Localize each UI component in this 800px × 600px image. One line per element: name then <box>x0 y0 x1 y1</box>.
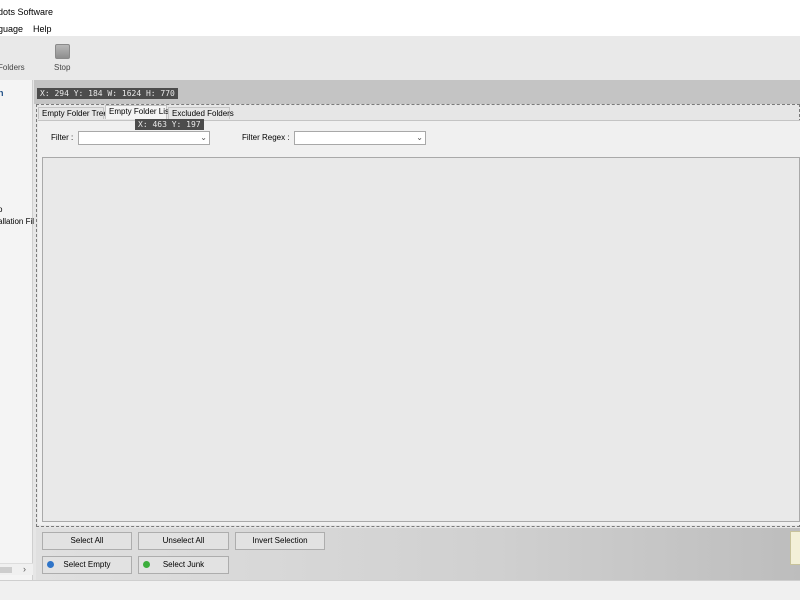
scrollbar-thumb[interactable] <box>0 567 12 573</box>
select-empty-label: Select Empty <box>63 560 111 569</box>
stop-icon[interactable] <box>55 44 70 59</box>
select-empty-button[interactable]: Select Empty <box>42 556 132 574</box>
menu-help[interactable]: Help <box>33 24 52 34</box>
toolbar: Folders Stop <box>0 36 800 80</box>
invert-selection-button[interactable]: Invert Selection <box>235 532 325 550</box>
left-panel-item[interactable]: o <box>0 205 2 214</box>
left-panel-header: n <box>0 88 4 98</box>
select-junk-label: Select Junk <box>162 560 205 569</box>
menu-bar: guage Help <box>0 22 800 36</box>
unselect-all-button[interactable]: Unselect All <box>138 532 229 550</box>
left-panel-item[interactable]: allation Fil <box>0 217 34 226</box>
tab-empty-folder-list[interactable]: Empty Folder List <box>105 105 171 119</box>
title-bar: dots Software <box>0 0 800 22</box>
filter-combo[interactable]: ⌄ <box>78 131 210 145</box>
side-panel-tab[interactable] <box>790 531 800 565</box>
chevron-down-icon[interactable]: ⌄ <box>416 133 423 142</box>
empty-folder-list-view[interactable] <box>42 157 800 522</box>
menu-language[interactable]: guage <box>0 24 23 34</box>
tab-empty-folder-tree[interactable]: Empty Folder Tree <box>38 107 108 119</box>
select-all-button[interactable]: Select All <box>42 532 132 550</box>
tab-excluded-folders[interactable]: Excluded Folders <box>168 107 234 119</box>
left-panel-scrollbar[interactable]: › <box>0 563 33 575</box>
cursor-info-tooltip: X: 463 Y: 197 <box>135 119 204 130</box>
chevron-down-icon[interactable]: ⌄ <box>200 133 207 142</box>
window-info-tooltip: X: 294 Y: 184 W: 1624 H: 770 <box>37 88 178 99</box>
scan-folders-button[interactable]: Folders <box>0 63 25 72</box>
status-bar <box>0 580 800 600</box>
window-title: dots Software <box>0 7 54 17</box>
green-dot-icon <box>143 561 150 568</box>
chevron-right-icon[interactable]: › <box>23 564 26 574</box>
select-junk-button[interactable]: Select Junk <box>138 556 229 574</box>
stop-button[interactable]: Stop <box>54 63 70 72</box>
left-panel: n o allation Fil <box>0 80 34 580</box>
filter-label: Filter : <box>51 133 74 142</box>
filter-regex-combo[interactable]: ⌄ <box>294 131 426 145</box>
filter-regex-label: Filter Regex : <box>242 133 290 142</box>
blue-dot-icon <box>47 561 54 568</box>
